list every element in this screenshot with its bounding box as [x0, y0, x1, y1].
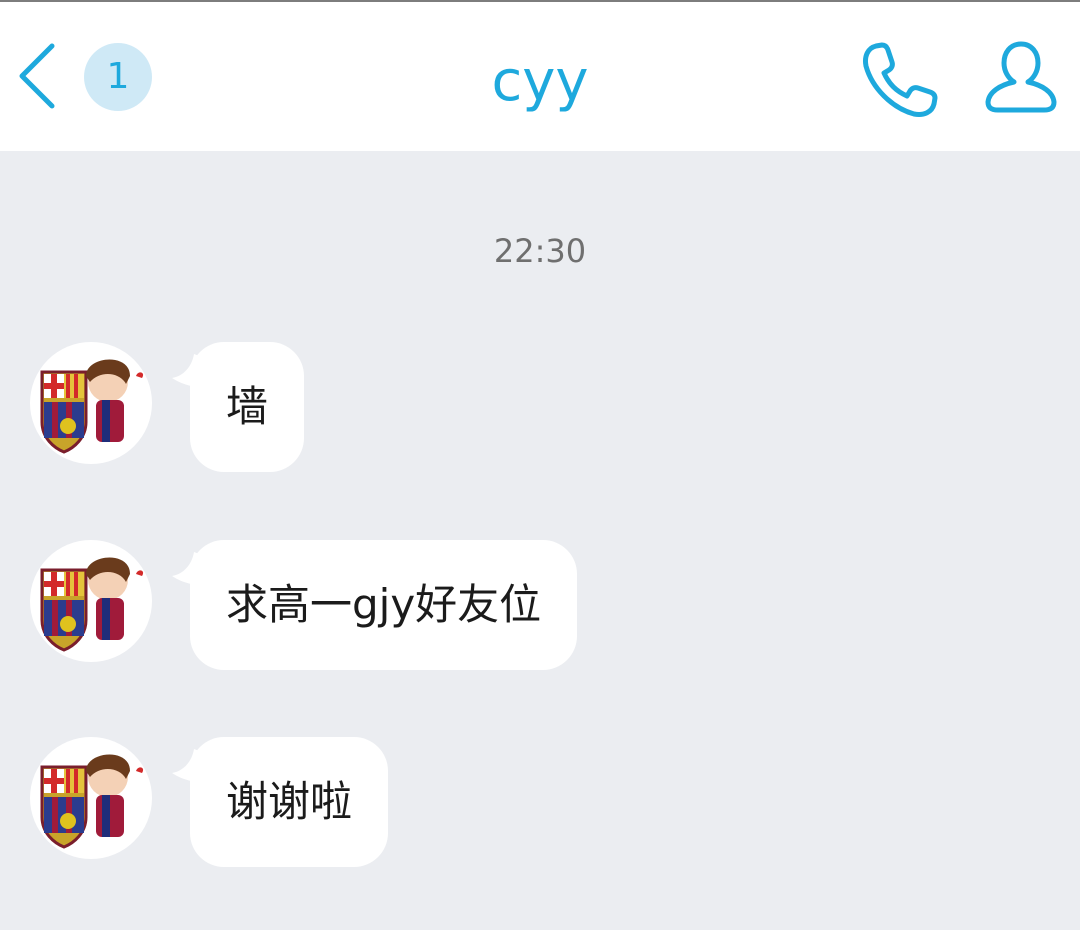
chat-header: 1 cyy — [0, 2, 1080, 151]
message-row: 求高一gjy好友位 — [0, 540, 1080, 680]
avatar[interactable] — [30, 540, 152, 662]
unread-badge[interactable]: 1 — [84, 43, 152, 111]
message-row: 谢谢啦 — [0, 737, 1080, 877]
chat-title: cyy — [491, 49, 589, 114]
message-bubble[interactable]: 谢谢啦 — [190, 737, 389, 867]
phone-icon[interactable] — [858, 38, 942, 122]
chevron-left-icon[interactable] — [14, 40, 62, 112]
chat-timestamp: 22:30 — [493, 232, 587, 270]
message-row: 墙 — [0, 342, 1080, 482]
message-bubble[interactable]: 求高一gjy好友位 — [190, 540, 578, 670]
avatar[interactable] — [30, 342, 152, 464]
person-icon[interactable] — [982, 38, 1060, 116]
avatar[interactable] — [30, 737, 152, 859]
message-bubble[interactable]: 墙 — [190, 342, 305, 472]
